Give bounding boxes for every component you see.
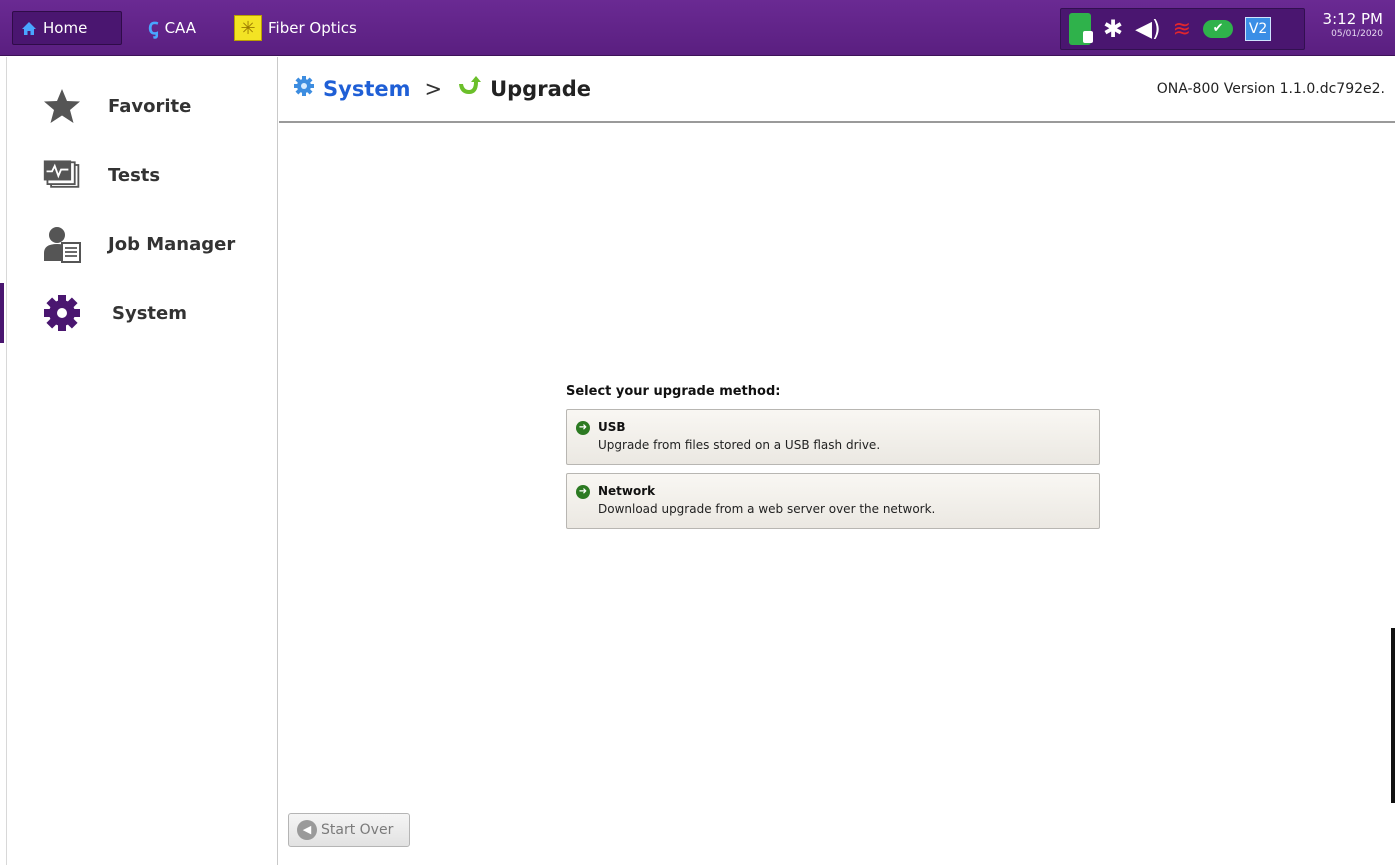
- home-icon: [21, 21, 37, 36]
- tab-home[interactable]: Home: [12, 11, 122, 45]
- back-arrow-icon: ◀: [297, 820, 317, 840]
- tab-fiber-optics[interactable]: ✳ Fiber Optics: [230, 11, 365, 45]
- bluetooth-icon: ✱: [1103, 15, 1124, 43]
- sidebar-item-job-manager[interactable]: Job Manager: [0, 214, 277, 274]
- usb-upgrade-button[interactable]: ➜ USB Upgrade from files stored on a USB…: [566, 409, 1100, 465]
- star-icon: [42, 86, 82, 126]
- version-label: ONA-800 Version 1.1.0.dc792e2.: [1156, 81, 1385, 97]
- upgrade-method-prompt: Select your upgrade method:: [566, 384, 781, 399]
- scrollbar-edge: [1391, 628, 1395, 803]
- breadcrumb-separator: >: [424, 76, 443, 101]
- system-gear-icon: [293, 75, 315, 102]
- method-title: USB: [598, 420, 626, 434]
- sidebar-item-label: Favorite: [108, 95, 192, 117]
- tab-fiber-optics-label: Fiber Optics: [268, 19, 357, 37]
- page-header: System > Upgrade ONA-800 Version 1.1.0.d…: [279, 57, 1395, 123]
- status-tray[interactable]: ✱ ◀) ≋ ✔ V2: [1060, 8, 1305, 50]
- tab-caa[interactable]: ꞔ CAA: [140, 11, 204, 45]
- clock: 3:12 PM 05/01/2020: [1313, 10, 1383, 40]
- sidebar-item-label: System: [112, 302, 187, 324]
- volume-icon: ◀): [1135, 16, 1161, 42]
- upgrade-arrow-icon: [456, 76, 482, 101]
- breadcrumb: System > Upgrade: [293, 75, 591, 102]
- tests-icon: [42, 155, 82, 195]
- sidebar-item-tests[interactable]: Tests: [0, 145, 277, 205]
- fiber-optics-icon: ✳: [234, 15, 262, 41]
- start-over-label: Start Over: [321, 822, 394, 838]
- sidebar-item-label: Tests: [108, 164, 161, 186]
- battery-charging-icon: [1069, 13, 1093, 45]
- caa-icon: ꞔ: [148, 15, 159, 40]
- arrow-right-icon: ➜: [576, 485, 590, 499]
- clock-date: 05/01/2020: [1331, 29, 1383, 39]
- arrow-right-icon: ➜: [576, 421, 590, 435]
- breadcrumb-upgrade: Upgrade: [490, 76, 592, 101]
- gear-icon: [42, 293, 82, 333]
- network-upgrade-button[interactable]: ➜ Network Download upgrade from a web se…: [566, 473, 1100, 529]
- tab-caa-label: CAA: [164, 19, 196, 37]
- sidebar: Favorite Tests Job Manager System: [0, 57, 278, 865]
- v2-icon: V2: [1245, 17, 1272, 41]
- cloud-connected-icon: ✔: [1203, 20, 1234, 38]
- top-bar: Home ꞔ CAA ✳ Fiber Optics ✱ ◀) ≋ ✔ V2 3:…: [0, 0, 1395, 56]
- job-manager-icon: [42, 224, 82, 264]
- tab-home-label: Home: [43, 19, 88, 37]
- sidebar-item-favorite[interactable]: Favorite: [0, 76, 277, 136]
- method-title: Network: [598, 484, 656, 498]
- breadcrumb-system-link[interactable]: System: [323, 77, 410, 101]
- sidebar-item-system[interactable]: System: [0, 283, 277, 343]
- sidebar-item-label: Job Manager: [108, 233, 236, 255]
- start-over-button[interactable]: ◀ Start Over: [288, 813, 410, 847]
- method-description: Upgrade from files stored on a USB flash…: [598, 438, 881, 452]
- clock-time: 3:12 PM: [1322, 10, 1383, 28]
- method-description: Download upgrade from a web server over …: [598, 502, 936, 516]
- wifi-disconnected-icon: ≋: [1172, 16, 1192, 42]
